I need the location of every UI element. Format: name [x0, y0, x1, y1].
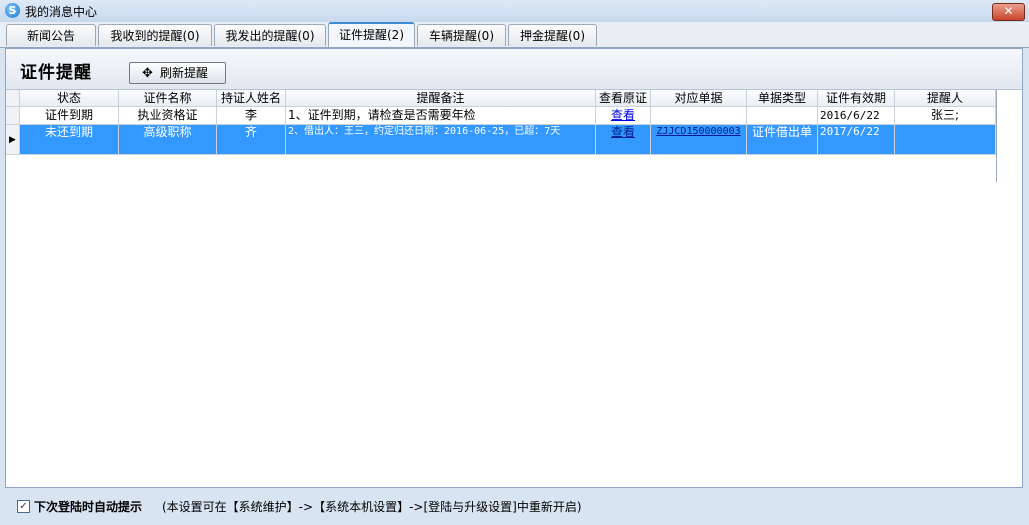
cell-doc-no: [651, 107, 747, 125]
title-bar: S 我的消息中心 ✕: [0, 0, 1029, 22]
row-pointer-icon[interactable]: ▶: [6, 125, 20, 155]
col-valid-until[interactable]: 证件有效期: [818, 90, 895, 107]
cell-cert-name: 高级职称: [119, 125, 217, 155]
row-header[interactable]: [6, 107, 20, 125]
cell-status: 未还到期: [20, 125, 119, 155]
close-button[interactable]: ✕: [992, 3, 1025, 21]
page-title: 证件提醒: [20, 63, 92, 83]
row-header-corner: [6, 90, 20, 107]
auto-prompt-label[interactable]: 下次登陆时自动提示: [34, 498, 142, 515]
tab-news[interactable]: 新闻公告: [6, 24, 96, 46]
doc-no-link[interactable]: ZJJCD150000003: [656, 126, 740, 137]
tab-sent-reminders[interactable]: 我发出的提醒(0): [214, 24, 326, 46]
cell-view: 查看: [596, 125, 651, 155]
view-original-link[interactable]: 查看: [611, 108, 635, 122]
window-title: 我的消息中心: [25, 5, 98, 19]
cell-doc-type: 证件借出单: [747, 125, 818, 155]
cell-valid-until: 2017/6/22: [818, 125, 895, 155]
tab-deposit-reminders[interactable]: 押金提醒(0): [508, 24, 597, 46]
col-cert-name[interactable]: 证件名称: [119, 90, 217, 107]
panel-header: 证件提醒 ✥ 刷新提醒: [6, 49, 1022, 90]
tab-certificate-reminders[interactable]: 证件提醒(2): [328, 22, 415, 47]
col-doc-no[interactable]: 对应单据: [651, 90, 747, 107]
tab-received-reminders[interactable]: 我收到的提醒(0): [98, 24, 212, 46]
refresh-button-label: 刷新提醒: [160, 66, 209, 80]
view-original-link[interactable]: 查看: [611, 125, 635, 139]
cell-holder: 李: [217, 107, 286, 125]
auto-prompt-checkbox[interactable]: ✓: [17, 500, 30, 513]
col-note[interactable]: 提醒备注: [286, 90, 596, 107]
cell-status: 证件到期: [20, 107, 119, 125]
cell-holder: 齐: [217, 125, 286, 155]
app-icon: S: [5, 3, 20, 18]
cell-view: 查看: [596, 107, 651, 125]
cell-reminder: 张三;: [895, 107, 996, 125]
settings-hint: (本设置可在【系统维护】->【系统本机设置】->[登陆与升级设置]中重新开启): [162, 500, 582, 514]
col-view-original[interactable]: 查看原证: [596, 90, 651, 107]
footer-bar: ✓ 下次登陆时自动提示 (本设置可在【系统维护】->【系统本机设置】->[登陆与…: [0, 488, 1029, 525]
refresh-button[interactable]: ✥ 刷新提醒: [129, 62, 226, 84]
main-panel: 证件提醒 ✥ 刷新提醒 状态 证件名称 持证人姓名 提醒备注 查看原证 对应单据…: [5, 48, 1023, 488]
col-status[interactable]: 状态: [20, 90, 119, 107]
tab-bar: 新闻公告 我收到的提醒(0) 我发出的提醒(0) 证件提醒(2) 车辆提醒(0)…: [0, 22, 1029, 48]
table-header: 状态 证件名称 持证人姓名 提醒备注 查看原证 对应单据 单据类型 证件有效期 …: [6, 90, 996, 107]
cell-doc-no: ZJJCD150000003: [651, 125, 747, 155]
grid-edge: [996, 90, 997, 182]
refresh-icon: ✥: [142, 66, 153, 81]
col-holder[interactable]: 持证人姓名: [217, 90, 286, 107]
col-doc-type[interactable]: 单据类型: [747, 90, 818, 107]
cell-note: 1、证件到期，请检查是否需要年检: [286, 107, 596, 125]
col-reminder[interactable]: 提醒人: [895, 90, 996, 107]
cell-note: 2、借出人：王三，约定归还日期：2016-06-25，已超：7天: [286, 125, 596, 155]
cell-doc-type: [747, 107, 818, 125]
cell-reminder: [895, 125, 996, 155]
table-row[interactable]: 证件到期 执业资格证 李 1、证件到期，请检查是否需要年检 查看 2016/6/…: [6, 107, 996, 125]
tab-vehicle-reminders[interactable]: 车辆提醒(0): [417, 24, 506, 46]
table-row-selected[interactable]: ▶ 未还到期 高级职称 齐 2、借出人：王三，约定归还日期：2016-06-25…: [6, 125, 996, 155]
cell-cert-name: 执业资格证: [119, 107, 217, 125]
cell-valid-until: 2016/6/22: [818, 107, 895, 125]
